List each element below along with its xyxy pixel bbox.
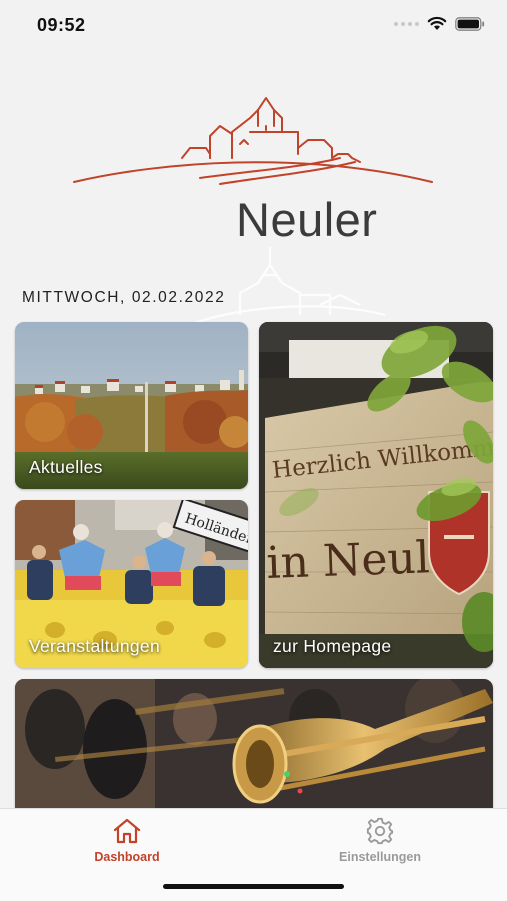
tile-brass-band[interactable] xyxy=(15,679,493,819)
tab-einstellungen[interactable]: Einstellungen xyxy=(310,817,450,864)
tile-label: Veranstaltungen xyxy=(29,636,160,656)
tab-label: Dashboard xyxy=(94,850,160,864)
skyline-watermark xyxy=(189,247,386,327)
status-bar: 09:52 xyxy=(0,0,507,50)
wifi-icon xyxy=(427,16,447,30)
welcome-sign-photo: Herzlich Willkommen in Neuler xyxy=(259,322,493,668)
gear-icon xyxy=(366,817,394,845)
tile-homepage[interactable]: Herzlich Willkommen in Neuler zur Homepa… xyxy=(259,322,493,668)
tile-aktuelles[interactable]: Aktuelles xyxy=(15,322,248,489)
tab-dashboard[interactable]: Dashboard xyxy=(57,817,197,864)
home-icon xyxy=(113,818,141,844)
signal-dots-icon xyxy=(394,21,419,26)
tile-label: zur Homepage xyxy=(273,636,392,656)
town-skyline-logo xyxy=(73,97,433,185)
date-line: MITTWOCH, 02.02.2022 xyxy=(22,289,226,306)
home-indicator[interactable] xyxy=(163,884,344,889)
tab-label: Einstellungen xyxy=(339,850,421,864)
tile-veranstaltungen[interactable]: Holländer Veranstaltungen xyxy=(15,500,248,668)
status-time: 09:52 xyxy=(37,15,86,35)
battery-icon xyxy=(455,16,485,31)
status-icons xyxy=(394,16,485,31)
tile-label: Aktuelles xyxy=(29,457,103,477)
brass-band-trombone-photo xyxy=(15,679,493,819)
